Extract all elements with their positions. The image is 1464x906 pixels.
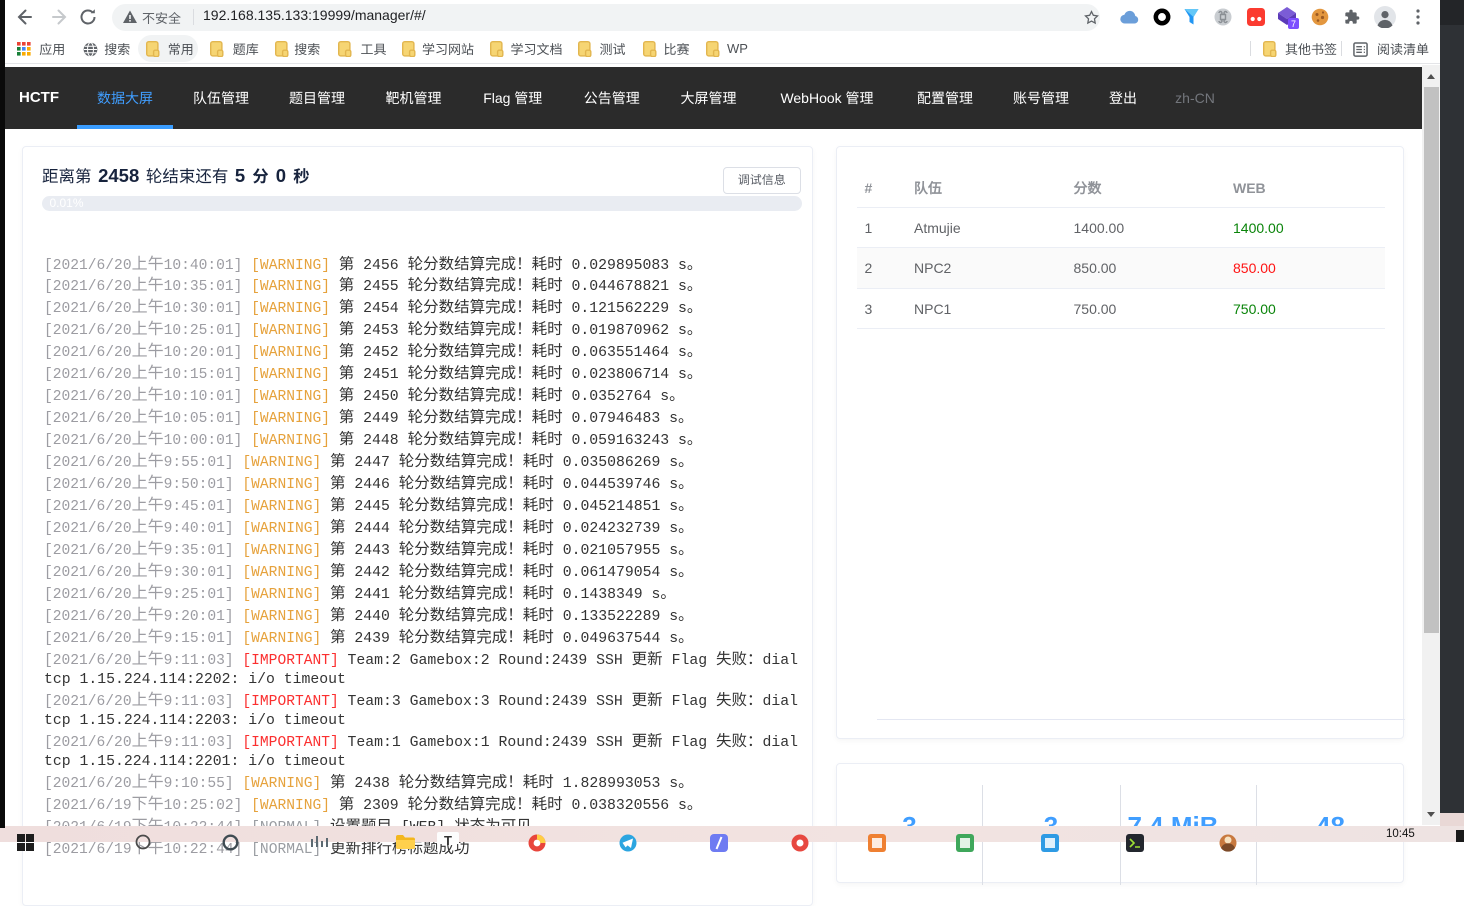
svg-text:7: 7 <box>1291 19 1296 29</box>
